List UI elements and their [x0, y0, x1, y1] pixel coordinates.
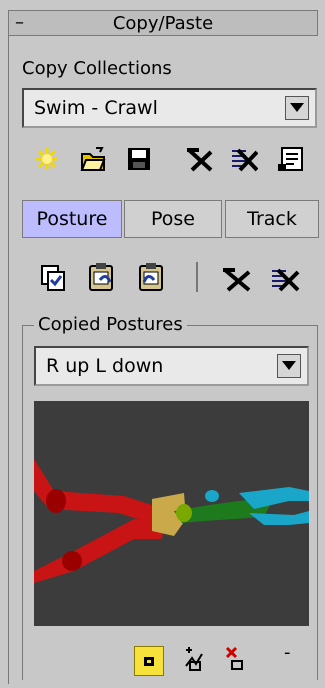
dropdown-arrow-icon[interactable]	[277, 354, 301, 378]
new-collection-icon[interactable]	[34, 146, 60, 172]
panel-border	[8, 36, 9, 684]
tab-posture[interactable]: Posture	[22, 200, 122, 238]
add-icon[interactable]	[182, 646, 208, 672]
capture-icon[interactable]	[134, 646, 164, 676]
paste-posture-icon[interactable]	[88, 262, 114, 291]
delete-all-collections-icon[interactable]	[230, 146, 259, 172]
collection-selected: Swim - Crawl	[34, 97, 158, 119]
delete-collection-icon[interactable]	[186, 146, 213, 172]
load-collection-icon[interactable]	[80, 146, 106, 172]
tab-track[interactable]: Track	[225, 200, 319, 238]
dropdown-arrow-icon[interactable]	[285, 96, 309, 120]
tab-pose[interactable]: Pose	[124, 200, 222, 238]
delete-selected-icon[interactable]	[222, 266, 251, 292]
copy-collections-label: Copy Collections	[22, 58, 172, 79]
posture-dropdown[interactable]: R up L down	[34, 346, 309, 386]
paste-opposite-icon[interactable]	[138, 262, 164, 291]
figure-preview	[34, 459, 309, 583]
save-collection-icon[interactable]	[126, 146, 152, 172]
copied-postures-label: Copied Postures	[34, 314, 187, 335]
posture-selected: R up L down	[46, 355, 164, 377]
posture-preview-viewport[interactable]	[34, 401, 309, 626]
copy-posture-icon[interactable]	[40, 264, 66, 291]
delete-all-icon[interactable]	[270, 266, 300, 292]
collection-dropdown[interactable]: Swim - Crawl	[22, 88, 317, 128]
rollout-header[interactable]: – Copy/Paste	[8, 10, 318, 36]
toolbar-separator	[196, 262, 198, 292]
remove-icon[interactable]	[224, 646, 250, 672]
minus-button[interactable]: -	[284, 642, 291, 663]
max-script-icon[interactable]	[278, 146, 304, 172]
rollout-title: Copy/Paste	[112, 13, 214, 34]
